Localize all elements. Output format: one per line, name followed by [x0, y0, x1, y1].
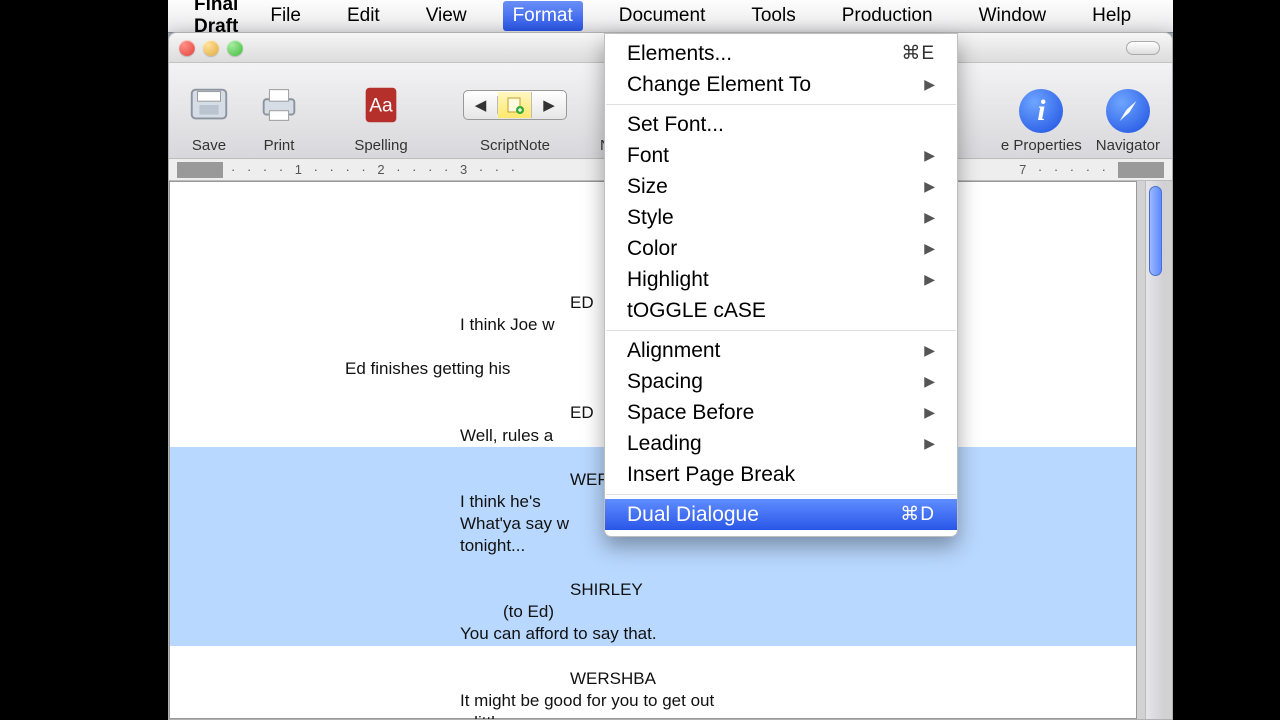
ruler-right-margin[interactable] [1118, 162, 1164, 178]
scriptnote-button[interactable]: ◀ ▶ ScriptNote [463, 77, 567, 154]
menu-separator [606, 330, 956, 331]
menu-item-set-font[interactable]: Set Font... [605, 109, 957, 140]
menu-item-toggle-case[interactable]: tOGGLE cASE [605, 295, 957, 326]
menubar-item-tools[interactable]: Tools [741, 1, 805, 31]
save-button[interactable]: Save [181, 77, 237, 154]
submenu-arrow-icon: ▶ [924, 240, 935, 257]
scriptnote-add-icon[interactable] [498, 92, 532, 118]
script-dialog[interactable]: a little. [170, 712, 1136, 719]
menu-item-spacing[interactable]: Spacing ▶ [605, 366, 957, 397]
script-dialog[interactable]: It might be good for you to get out [170, 690, 1136, 712]
menu-item-label: Change Element To [627, 73, 811, 97]
print-button[interactable]: Print [251, 77, 307, 154]
menu-shortcut: ⌘E [901, 42, 935, 65]
scene-properties-button[interactable]: i e Properties [1001, 89, 1082, 154]
toolbar-label: Navigator [1096, 137, 1160, 154]
scriptnote-prev-icon[interactable]: ◀ [464, 96, 498, 114]
script-char[interactable]: WERSHBA [170, 668, 1136, 690]
menu-item-label: Elements... [627, 42, 732, 66]
compass-icon [1106, 89, 1150, 133]
menu-item-label: Size [627, 175, 668, 199]
submenu-arrow-icon: ▶ [924, 209, 935, 226]
menu-item-insert-page-break[interactable]: Insert Page Break [605, 459, 957, 490]
menu-item-font[interactable]: Font ▶ [605, 140, 957, 171]
submenu-arrow-icon: ▶ [924, 147, 935, 164]
menu-item-label: tOGGLE cASE [627, 299, 766, 323]
script-blank[interactable] [170, 557, 1136, 579]
menu-item-label: Color [627, 237, 677, 261]
menu-item-label: Alignment [627, 339, 720, 363]
script-char[interactable]: SHIRLEY [170, 579, 1136, 601]
vertical-scrollbar[interactable] [1145, 181, 1165, 719]
menu-item-label: Spacing [627, 370, 703, 394]
menubar-item-help[interactable]: Help [1082, 1, 1141, 31]
info-icon: i [1019, 89, 1063, 133]
menu-item-elements[interactable]: Elements... ⌘E [605, 38, 957, 69]
menubar-item-window[interactable]: Window [969, 1, 1057, 31]
menu-item-dual-dialogue[interactable]: Dual Dialogue ⌘D [605, 499, 957, 530]
save-icon [181, 77, 237, 133]
menubar: Final Draft FileEditViewFormatDocumentTo… [168, 0, 1173, 32]
menu-item-color[interactable]: Color ▶ [605, 233, 957, 264]
menubar-item-view[interactable]: View [416, 1, 477, 31]
scrollbar-thumb[interactable] [1149, 186, 1162, 276]
menu-separator [606, 494, 956, 495]
spelling-icon: Aa [353, 77, 409, 133]
toolbar-toggle-button[interactable] [1126, 41, 1160, 55]
scriptnote-next-icon[interactable]: ▶ [532, 96, 566, 114]
menu-shortcut: ⌘D [900, 503, 935, 526]
menu-item-alignment[interactable]: Alignment ▶ [605, 335, 957, 366]
menu-item-space-before[interactable]: Space Before ▶ [605, 397, 957, 428]
submenu-arrow-icon: ▶ [924, 404, 935, 421]
menu-item-label: Highlight [627, 268, 709, 292]
script-dialog[interactable]: You can afford to say that. [170, 623, 1136, 645]
menu-item-highlight[interactable]: Highlight ▶ [605, 264, 957, 295]
submenu-arrow-icon: ▶ [924, 271, 935, 288]
submenu-arrow-icon: ▶ [924, 178, 935, 195]
script-dialog[interactable]: tonight... [170, 535, 1136, 557]
menubar-item-document[interactable]: Document [609, 1, 716, 31]
svg-text:Aa: Aa [369, 96, 393, 117]
format-menu: Elements... ⌘E Change Element To ▶ Set Font.… [604, 33, 958, 537]
submenu-arrow-icon: ▶ [924, 342, 935, 359]
navigator-button[interactable]: Navigator [1096, 89, 1160, 154]
menu-item-change-element-to[interactable]: Change Element To ▶ [605, 69, 957, 100]
script-paren[interactable]: (to Ed) [170, 601, 1136, 623]
spelling-button[interactable]: Aa Spelling [353, 77, 409, 154]
menubar-item-file[interactable]: File [260, 1, 311, 31]
menu-separator [606, 104, 956, 105]
submenu-arrow-icon: ▶ [924, 76, 935, 93]
print-icon [251, 77, 307, 133]
menu-item-label: Space Before [627, 401, 754, 425]
menubar-item-production[interactable]: Production [832, 1, 943, 31]
menubar-item-format[interactable]: Format [503, 1, 583, 31]
menu-item-style[interactable]: Style ▶ [605, 202, 957, 233]
menu-item-leading[interactable]: Leading ▶ [605, 428, 957, 459]
submenu-arrow-icon: ▶ [924, 435, 935, 452]
toolbar-label: Save [192, 137, 226, 154]
menu-item-label: Font [627, 144, 669, 168]
menu-item-label: Leading [627, 432, 702, 456]
toolbar-label: e Properties [1001, 137, 1082, 154]
menu-item-label: Insert Page Break [627, 463, 795, 487]
ruler-left-margin[interactable] [177, 162, 223, 178]
menubar-item-edit[interactable]: Edit [337, 1, 390, 31]
toolbar-label: Spelling [354, 137, 407, 154]
menu-item-label: Set Font... [627, 113, 724, 137]
menu-item-label: Dual Dialogue [627, 503, 759, 527]
submenu-arrow-icon: ▶ [924, 373, 935, 390]
script-blank[interactable] [170, 646, 1136, 668]
toolbar-label: Print [264, 137, 295, 154]
menu-item-label: Style [627, 206, 674, 230]
menu-item-size[interactable]: Size ▶ [605, 171, 957, 202]
toolbar-label: ScriptNote [480, 137, 550, 154]
